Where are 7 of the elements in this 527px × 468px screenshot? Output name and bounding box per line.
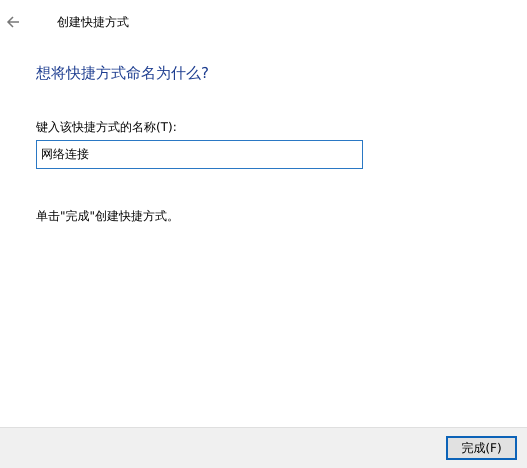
back-arrow-icon[interactable] [6,15,20,29]
page-heading: 想将快捷方式命名为什么? [36,63,210,84]
instruction-text: 单击"完成"创建快捷方式。 [36,208,180,224]
window-title: 创建快捷方式 [57,14,129,31]
field-label: 键入该快捷方式的名称(T): [36,118,178,136]
input-field[interactable]: 网络连接 [36,140,363,168]
finish-button[interactable]: 完成(F) [446,436,517,460]
